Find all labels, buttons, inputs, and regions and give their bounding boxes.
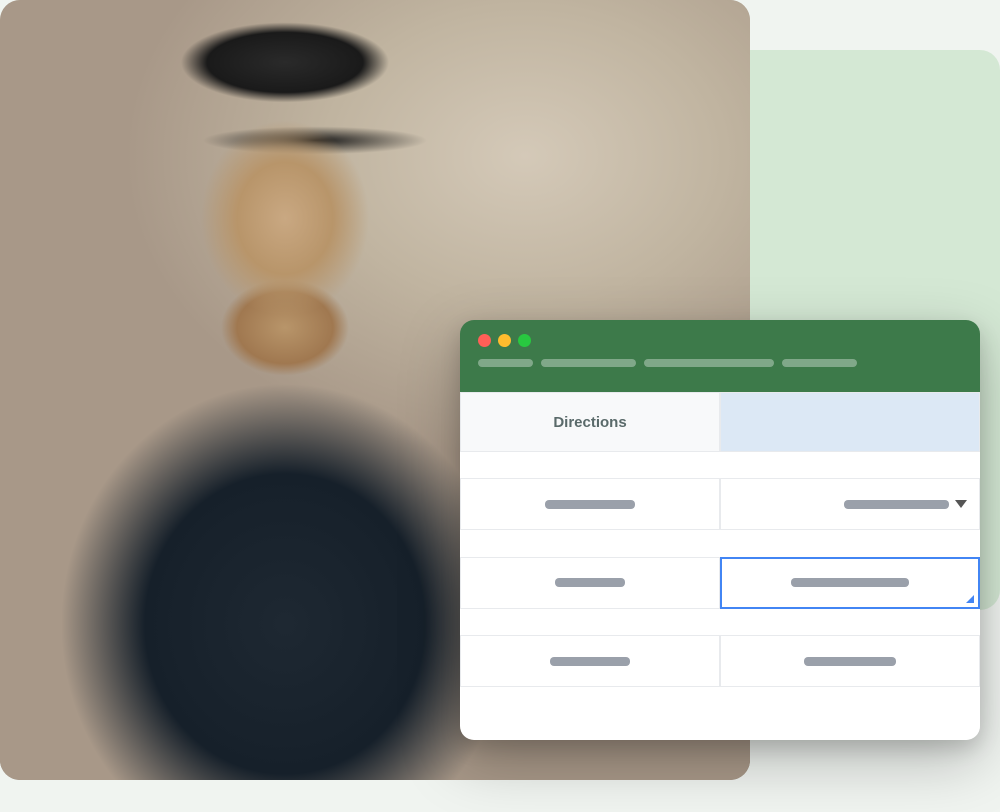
data-bar-1-left <box>545 500 635 509</box>
maximize-button-icon[interactable] <box>518 334 531 347</box>
data-bar-3-left <box>550 657 630 666</box>
data-bar-2-left <box>555 578 625 587</box>
data-row-3-right <box>720 635 980 687</box>
data-row-1-left <box>460 478 720 530</box>
header-cell-right <box>720 392 980 452</box>
minimize-button-icon[interactable] <box>498 334 511 347</box>
browser-titlebar <box>460 320 980 392</box>
data-row-2-right-input[interactable] <box>720 557 980 609</box>
dropdown-arrow-icon[interactable] <box>955 500 967 508</box>
data-row-3-left <box>460 635 720 687</box>
url-bar <box>478 359 962 367</box>
url-segment-4 <box>782 359 857 367</box>
url-segment-1 <box>478 359 533 367</box>
data-row-2-left <box>460 557 720 609</box>
header-directions-label: Directions <box>553 414 626 431</box>
data-bar-1-right <box>844 500 949 509</box>
traffic-lights <box>478 334 962 347</box>
scene: Directions <box>0 0 1000 812</box>
data-bar-2-right <box>791 578 909 587</box>
browser-window: Directions <box>460 320 980 740</box>
url-segment-2 <box>541 359 636 367</box>
data-bar-3-right <box>804 657 896 666</box>
url-segment-3 <box>644 359 774 367</box>
spreadsheet-content: Directions <box>460 392 980 740</box>
data-row-1-right[interactable] <box>720 478 980 530</box>
header-cell-directions: Directions <box>460 392 720 452</box>
close-button-icon[interactable] <box>478 334 491 347</box>
